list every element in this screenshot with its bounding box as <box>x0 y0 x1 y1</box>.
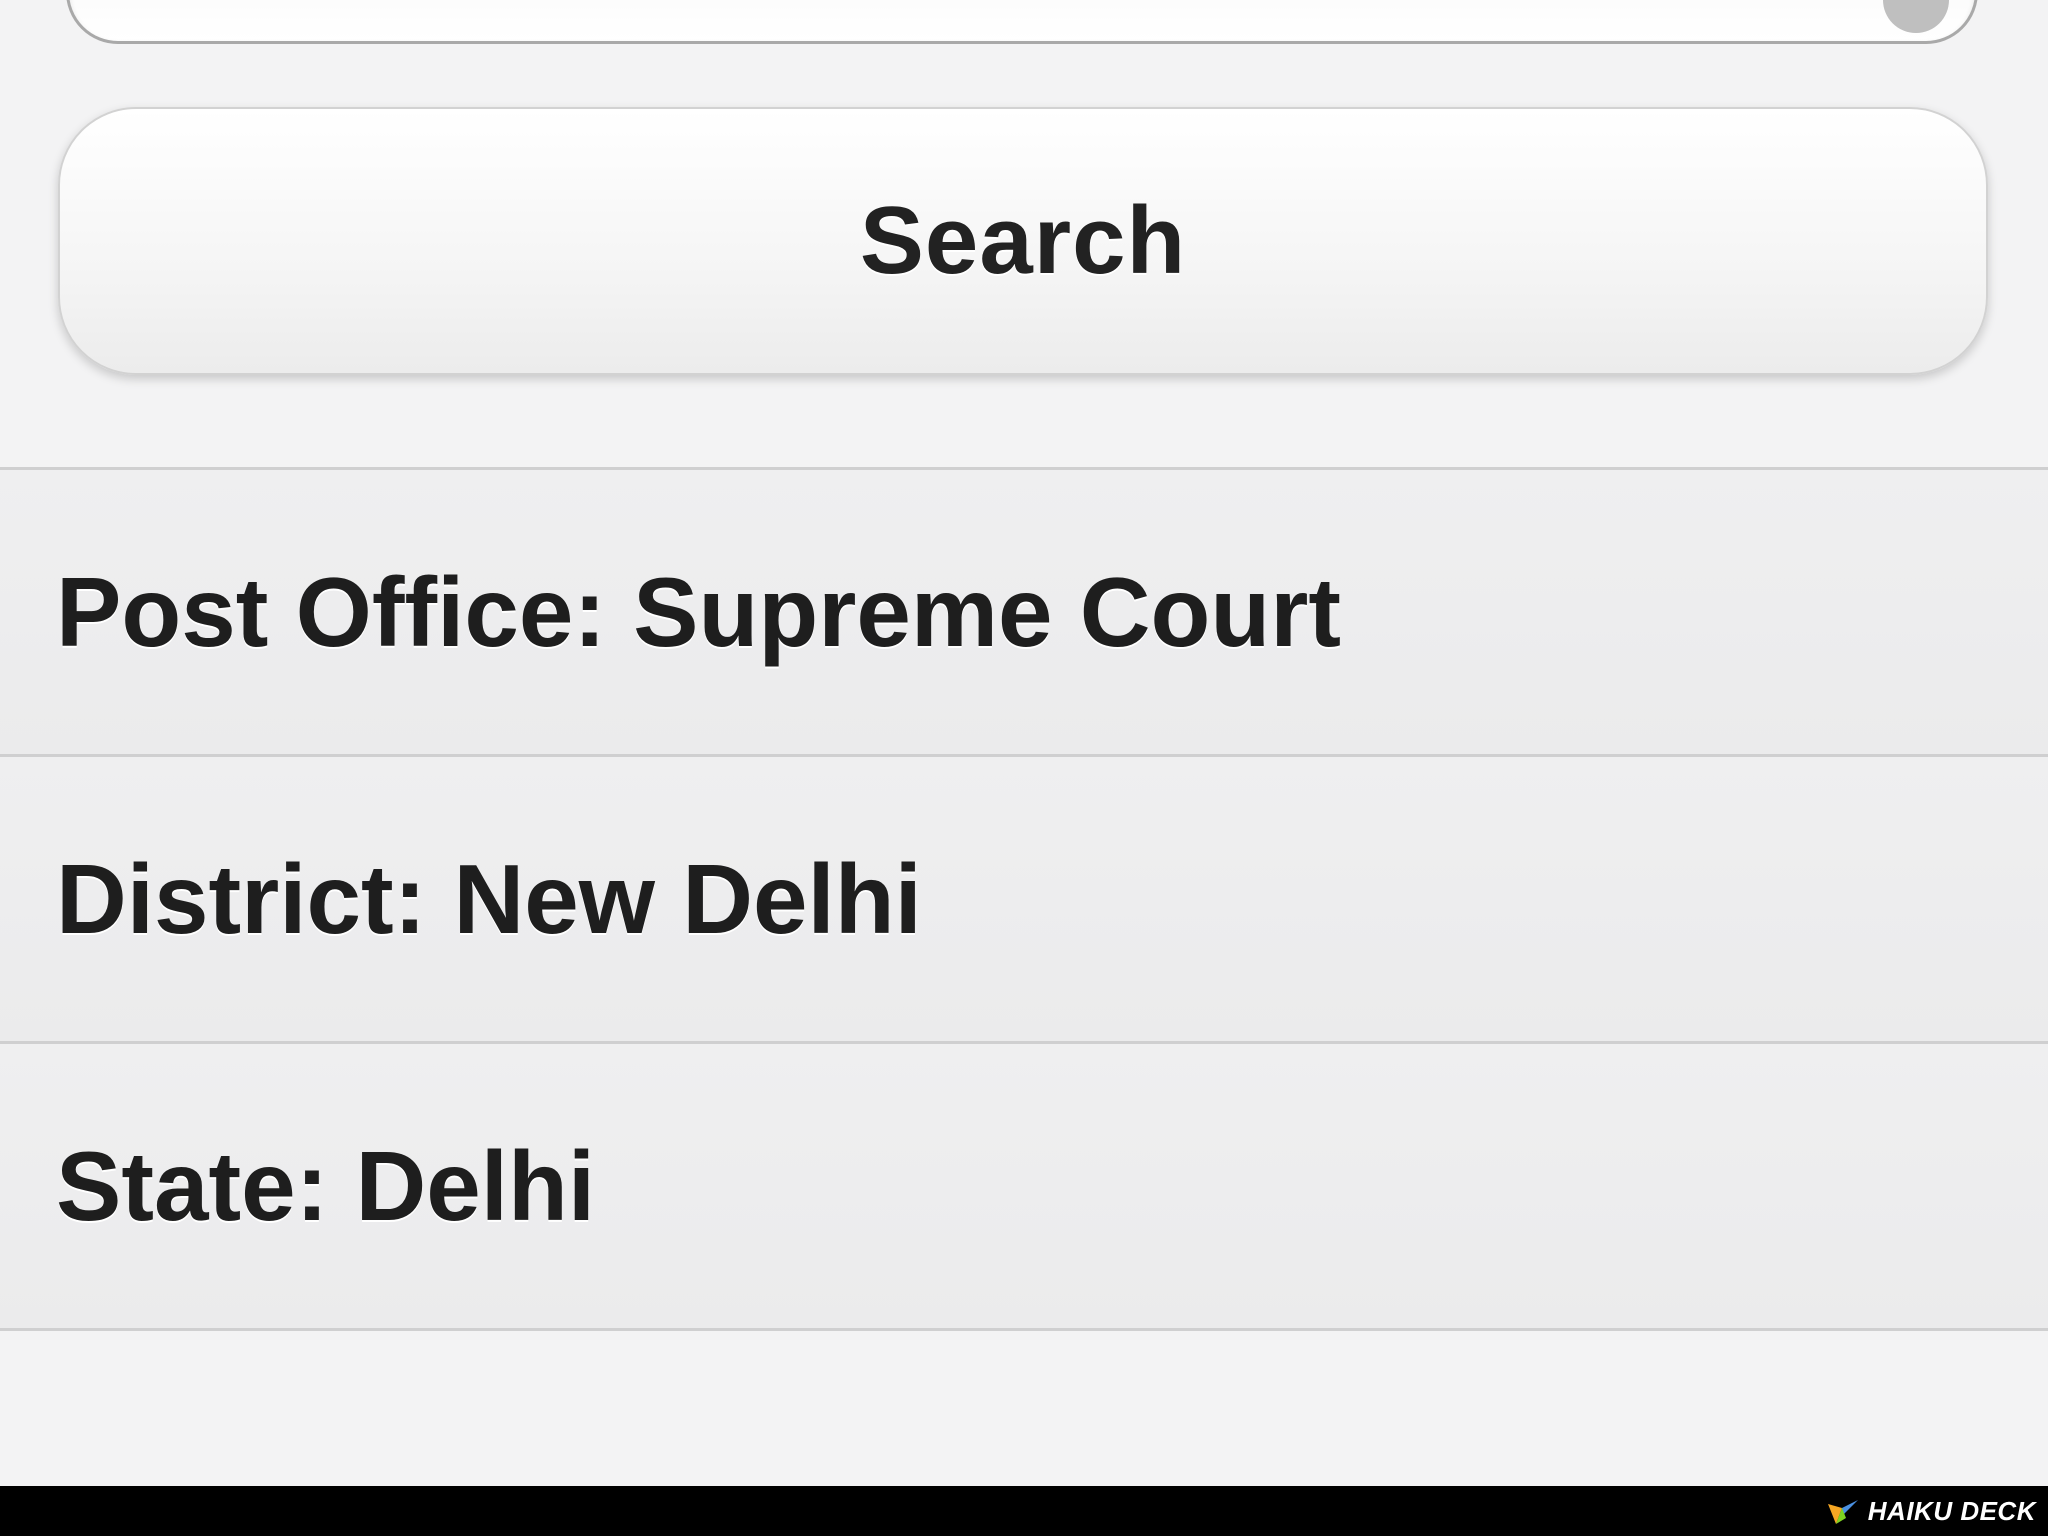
result-item-state[interactable]: State: Delhi <box>0 1044 2048 1331</box>
haiku-deck-logo-icon <box>1827 1500 1858 1524</box>
search-button-label: Search <box>859 187 1187 294</box>
search-field[interactable] <box>66 0 1978 44</box>
results-list: Post Office: Supreme Court District: New… <box>0 467 2048 1331</box>
search-input[interactable] <box>109 0 1875 25</box>
clear-icon[interactable] <box>1883 0 1949 33</box>
footer-bar: HAIKU DECK <box>0 1486 2048 1536</box>
result-state-text: State: Delhi <box>56 1130 596 1241</box>
app-viewport: Search Post Office: Supreme Court Distri… <box>0 0 2048 1536</box>
search-button[interactable]: Search <box>58 107 1988 375</box>
result-district-text: District: New Delhi <box>56 843 922 954</box>
result-item-district[interactable]: District: New Delhi <box>0 757 2048 1044</box>
result-item-post-office[interactable]: Post Office: Supreme Court <box>0 470 2048 757</box>
watermark-text: HAIKU DECK <box>1867 1495 2036 1526</box>
result-post-office-text: Post Office: Supreme Court <box>56 556 1342 667</box>
page-content: Search Post Office: Supreme Court Distri… <box>0 0 2048 1486</box>
watermark: HAIKU DECK <box>1826 1494 2036 1528</box>
